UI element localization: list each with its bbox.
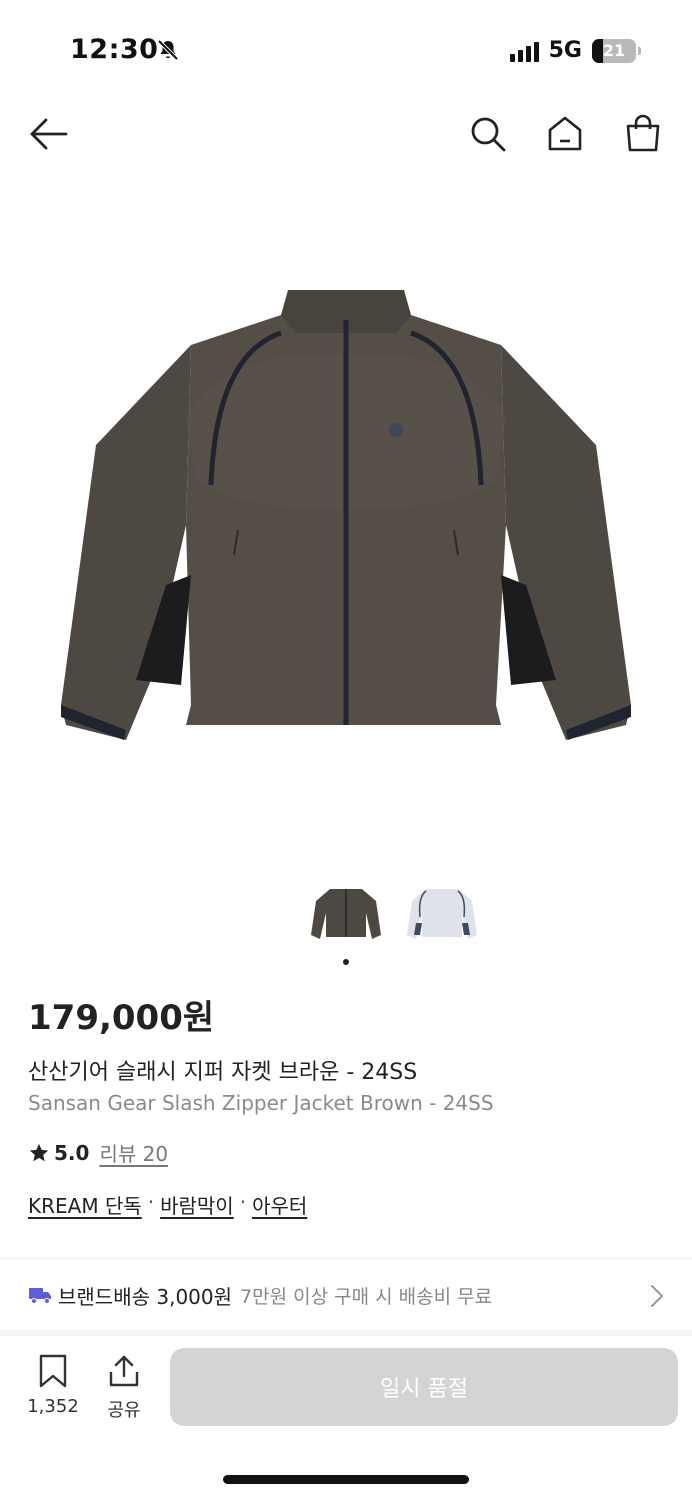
signal-icon (509, 40, 539, 62)
battery-icon: 21 (592, 38, 641, 63)
tag-kream-exclusive[interactable]: KREAM 단독 (28, 1190, 142, 1219)
product-image[interactable] (0, 190, 692, 850)
divider (0, 1258, 692, 1259)
tag-separator: · (239, 1190, 247, 1214)
search-icon[interactable] (468, 114, 508, 154)
share-button[interactable]: 공유 (100, 1354, 148, 1422)
product-title-english: Sansan Gear Slash Zipper Jacket Brown - … (28, 1091, 494, 1115)
bookmark-icon (39, 1354, 67, 1388)
thumbnail-brown[interactable] (308, 878, 384, 948)
status-bar: 12:30 5G 21 (0, 0, 692, 100)
battery-level: 21 (602, 40, 626, 60)
shipping-title: 브랜드배송 3,000원 (58, 1284, 233, 1309)
product-price: 179,000원 (28, 998, 215, 1038)
review-link[interactable]: 리뷰 20 (99, 1138, 168, 1167)
bottom-action-bar: 1,352 공유 일시 품절 (0, 1336, 692, 1446)
carousel-indicator (343, 959, 349, 965)
chevron-right-icon (651, 1285, 663, 1307)
rating-score: 5.0 (54, 1140, 90, 1165)
tag-separator: · (147, 1190, 155, 1214)
tag-windbreaker[interactable]: 바람막이 (160, 1190, 234, 1219)
sold-out-button[interactable]: 일시 품절 (170, 1348, 678, 1426)
top-navigation (0, 100, 692, 170)
image-thumbnails (308, 878, 480, 948)
home-icon[interactable] (545, 114, 585, 154)
home-indicator (223, 1475, 469, 1484)
category-tags: KREAM 단독 · 바람막이 · 아우터 (28, 1190, 307, 1219)
share-icon (109, 1355, 139, 1387)
star-icon (29, 1143, 49, 1161)
tag-outer[interactable]: 아우터 (252, 1190, 307, 1219)
status-time: 12:30 (70, 34, 159, 65)
share-label: 공유 (107, 1400, 141, 1421)
network-label: 5G (548, 38, 582, 63)
jacket-image (61, 290, 631, 740)
product-title-korean: 산산기어 슬래시 지퍼 자켓 브라운 - 24SS (28, 1060, 418, 1085)
bell-muted-icon (157, 39, 179, 61)
thumbnail-light-grey[interactable] (404, 878, 480, 948)
back-arrow-icon[interactable] (28, 114, 70, 154)
shopping-bag-icon[interactable] (623, 114, 663, 154)
truck-icon (29, 1288, 51, 1304)
shipping-info-row[interactable]: 브랜드배송 3,000원 7만원 이상 구매 시 배송비 무료 (0, 1260, 692, 1330)
wishlist-button[interactable]: 1,352 (24, 1354, 82, 1417)
rating-row: 5.0 리뷰 20 (28, 1138, 168, 1167)
wishlist-count: 1,352 (27, 1396, 79, 1417)
shipping-description: 7만원 이상 구매 시 배송비 무료 (240, 1285, 493, 1308)
